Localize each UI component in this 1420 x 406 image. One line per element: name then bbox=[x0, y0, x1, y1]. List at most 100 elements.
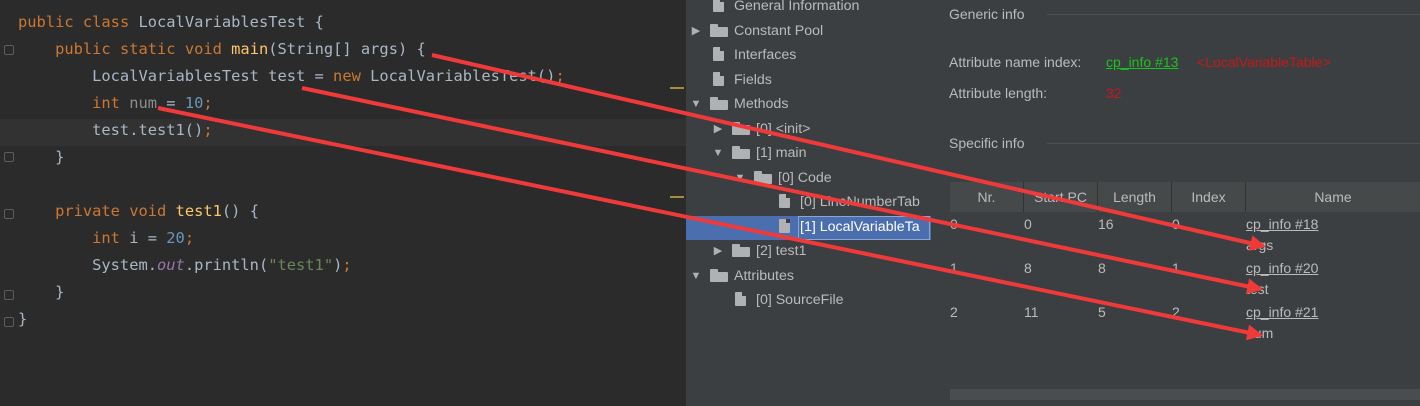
cell-index: 2 bbox=[1172, 304, 1180, 320]
folder-icon bbox=[732, 244, 750, 257]
column-header-start-pc[interactable]: Start PC bbox=[1024, 182, 1098, 212]
collapsed-arrow-icon[interactable]: ▶ bbox=[712, 117, 724, 141]
code-line[interactable]: public class LocalVariablesTest { bbox=[18, 9, 324, 36]
cell-length: 16 bbox=[1098, 216, 1114, 232]
collapsed-arrow-icon[interactable]: ▶ bbox=[690, 19, 702, 43]
code-token: ; bbox=[555, 67, 565, 85]
file-icon bbox=[735, 292, 746, 306]
code-token: ; bbox=[184, 229, 195, 247]
tree-node-label: [0] LineNumberTab bbox=[800, 194, 920, 210]
folder-icon bbox=[710, 97, 728, 110]
tree-node-label: Interfaces bbox=[734, 47, 797, 63]
tree-node[interactable]: ▼ [0] Code bbox=[686, 166, 931, 190]
cell-start: 0 bbox=[1024, 216, 1032, 232]
cell-index: 1 bbox=[1172, 260, 1180, 276]
code-token: void bbox=[129, 202, 176, 220]
collapsed-arrow-icon[interactable]: ▶ bbox=[712, 239, 724, 263]
code-line[interactable]: int i = 20; bbox=[18, 225, 194, 252]
table-header: Nr. Start PC Length Index Name bbox=[950, 182, 1420, 212]
tree-node-label: Methods bbox=[734, 96, 789, 112]
code-line[interactable]: } bbox=[18, 279, 64, 306]
cell-length: 8 bbox=[1098, 260, 1106, 276]
tree-node[interactable]: Fields bbox=[686, 68, 931, 92]
code-token: public bbox=[18, 13, 83, 31]
code-line[interactable]: } bbox=[18, 306, 27, 333]
column-header-name[interactable]: Name bbox=[1246, 182, 1420, 212]
divider bbox=[1047, 143, 1420, 144]
detail-panel: Generic info Attribute name index: cp_in… bbox=[931, 0, 1420, 406]
tree-node[interactable]: General Information bbox=[686, 0, 931, 18]
file-icon bbox=[713, 47, 724, 61]
code-token: class bbox=[82, 13, 139, 31]
cell-start: 8 bbox=[1024, 260, 1032, 276]
tree-node[interactable]: [0] LineNumberTab bbox=[686, 190, 931, 214]
code-token: 20 bbox=[166, 229, 185, 247]
code-token: ; bbox=[342, 256, 352, 274]
code-line[interactable]: private void test1() { bbox=[18, 198, 259, 225]
tree-node-label: [1] LocalVariableTa bbox=[800, 218, 920, 235]
code-token: ; bbox=[203, 121, 213, 139]
scrollbar-warning-mark[interactable] bbox=[670, 87, 684, 89]
divider bbox=[1047, 14, 1420, 15]
folder-icon bbox=[732, 146, 750, 159]
code-token: test1 bbox=[175, 202, 222, 220]
folder-icon bbox=[710, 268, 728, 282]
cell-length: 5 bbox=[1098, 304, 1106, 320]
expanded-arrow-icon[interactable]: ▼ bbox=[690, 264, 702, 288]
code-line[interactable]: public static void main(String[] args) { bbox=[18, 36, 426, 63]
variable-name: args bbox=[1246, 237, 1274, 253]
class-structure-tree[interactable]: General Information ▶ Constant Pool Interfa… bbox=[686, 0, 931, 406]
cell-index: 0 bbox=[1172, 216, 1180, 232]
scrollbar-warning-mark[interactable] bbox=[670, 196, 684, 198]
fold-icon[interactable] bbox=[4, 209, 14, 219]
code-line[interactable]: System.out.println("test1"); bbox=[18, 252, 352, 279]
fold-icon[interactable] bbox=[4, 45, 14, 55]
code-token: System. bbox=[18, 256, 157, 274]
code-line[interactable]: } bbox=[18, 144, 64, 171]
tree-node[interactable]: [0] SourceFile bbox=[686, 288, 931, 312]
fold-icon[interactable] bbox=[4, 152, 14, 162]
code-token: num bbox=[129, 94, 158, 112]
horizontal-scrollbar[interactable] bbox=[950, 389, 1420, 400]
cp-info-link[interactable]: cp_info #18 bbox=[1246, 216, 1318, 232]
code-token: LocalVariablesTest() bbox=[370, 67, 556, 85]
column-header-index[interactable]: Index bbox=[1172, 182, 1246, 212]
tree-node[interactable]: ▶ Constant Pool bbox=[686, 19, 931, 43]
fold-icon[interactable] bbox=[4, 317, 14, 327]
expanded-arrow-icon[interactable]: ▼ bbox=[734, 166, 746, 190]
tree-node[interactable]: Interfaces bbox=[686, 43, 931, 67]
tree-node[interactable]: ▼ Attributes bbox=[686, 264, 931, 288]
code-token: LocalVariablesTest test = bbox=[18, 67, 334, 85]
code-token: } bbox=[18, 283, 65, 301]
cell-nr: 1 bbox=[950, 260, 958, 276]
fold-icon[interactable] bbox=[4, 290, 14, 300]
code-token: i = bbox=[129, 229, 167, 247]
tree-node-label: [2] test1 bbox=[756, 243, 807, 259]
code-token: private bbox=[18, 202, 130, 220]
tree-node[interactable]: ▶ [2] test1 bbox=[686, 239, 931, 263]
tree-node[interactable]: ▼ Methods bbox=[686, 92, 931, 116]
code-line[interactable]: LocalVariablesTest test = new LocalVaria… bbox=[18, 63, 565, 90]
cp-info-link[interactable]: cp_info #20 bbox=[1246, 260, 1318, 276]
tree-node[interactable]: ▼ [1] main bbox=[686, 141, 931, 165]
cp-info-link[interactable]: cp_info #21 bbox=[1246, 304, 1318, 320]
tree-node[interactable]: [1] LocalVariableTa bbox=[686, 215, 931, 239]
code-token: test.test1() bbox=[18, 121, 204, 139]
column-header-nr[interactable]: Nr. bbox=[950, 182, 1024, 212]
code-line[interactable]: test.test1(); bbox=[18, 117, 213, 144]
column-header-length[interactable]: Length bbox=[1098, 182, 1172, 212]
code-token: .println( bbox=[184, 256, 269, 274]
code-token: ) bbox=[333, 256, 343, 274]
attribute-name-value: <LocalVariableTable> bbox=[1197, 54, 1331, 70]
code-token: = bbox=[157, 94, 185, 112]
expanded-arrow-icon[interactable]: ▼ bbox=[712, 141, 724, 165]
attribute-name-link[interactable]: cp_info #13 bbox=[1106, 54, 1178, 70]
tree-node[interactable]: ▶ [0] <init> bbox=[686, 117, 931, 141]
generic-info-title: Generic info bbox=[949, 6, 1025, 22]
code-editor[interactable]: public class LocalVariablesTest { public… bbox=[0, 0, 686, 406]
code-line[interactable]: int num = 10; bbox=[18, 90, 213, 117]
code-token: public bbox=[18, 40, 120, 58]
code-token: "test1" bbox=[268, 256, 334, 274]
expanded-arrow-icon[interactable]: ▼ bbox=[690, 92, 702, 116]
tree-node-label: Attributes bbox=[734, 267, 794, 284]
